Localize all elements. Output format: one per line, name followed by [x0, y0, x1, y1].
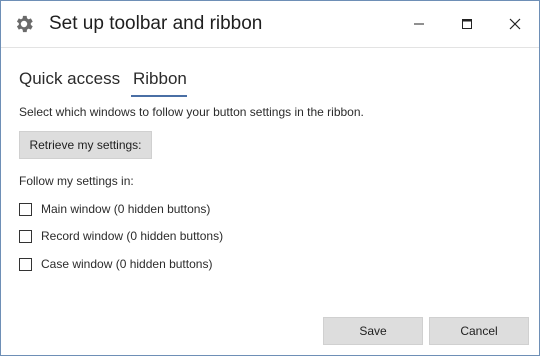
close-button[interactable] [495, 9, 535, 39]
description-text: Select which windows to follow your butt… [19, 105, 364, 119]
minimize-button[interactable] [399, 9, 439, 39]
option-case-window[interactable]: Case window (0 hidden buttons) [19, 255, 212, 273]
save-button[interactable]: Save [323, 317, 423, 345]
option-record-window[interactable]: Record window (0 hidden buttons) [19, 227, 223, 245]
tab-quick-access[interactable]: Quick access [19, 69, 120, 89]
minimize-icon [414, 23, 424, 25]
title-bar: Set up toolbar and ribbon [1, 1, 539, 48]
window-title: Set up toolbar and ribbon [49, 13, 263, 34]
record-window-label: Record window (0 hidden buttons) [41, 229, 224, 243]
close-icon [509, 18, 521, 30]
option-main-window[interactable]: Main window (0 hidden buttons) [19, 200, 210, 218]
main-window-checkbox[interactable] [19, 202, 32, 216]
dialog-window: Set up toolbar and ribbon Quick access R… [0, 0, 540, 356]
cancel-button[interactable]: Cancel [429, 317, 529, 345]
maximize-button[interactable] [447, 9, 487, 39]
record-window-checkbox[interactable] [19, 229, 32, 243]
case-window-label: Case window (0 hidden buttons) [41, 257, 213, 271]
case-window-checkbox[interactable] [19, 257, 32, 271]
follow-settings-label: Follow my settings in: [19, 174, 134, 188]
tab-ribbon[interactable]: Ribbon [133, 69, 187, 89]
maximize-icon [462, 19, 472, 29]
gear-icon [16, 15, 33, 33]
retrieve-settings-button[interactable]: Retrieve my settings: [19, 131, 152, 159]
selected-tab-indicator [131, 95, 187, 97]
main-window-label: Main window (0 hidden buttons) [41, 202, 211, 216]
